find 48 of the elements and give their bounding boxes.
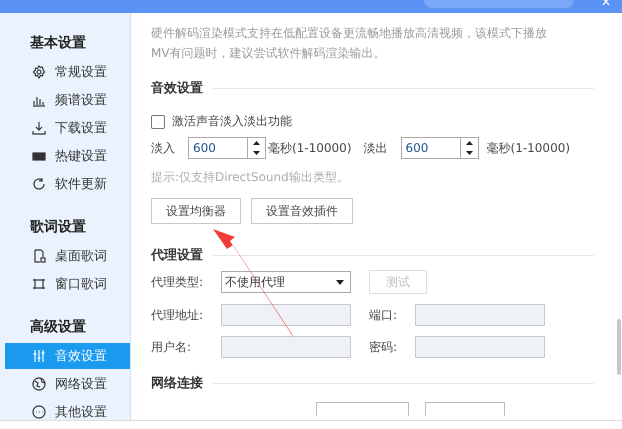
scrollbar[interactable]	[617, 319, 621, 375]
field-label: 代理地址:	[151, 306, 204, 324]
sidebar-item[interactable]: 桌面歌词	[5, 243, 130, 269]
unit-label: 毫秒(1-10000)	[486, 140, 570, 156]
down-arrow-icon[interactable]	[466, 151, 473, 155]
sidebar-item[interactable]: 常规设置	[5, 59, 130, 85]
more-icon	[32, 405, 46, 419]
fade-label: 淡入	[151, 140, 176, 156]
fade-label: 淡出	[364, 140, 389, 156]
refresh-icon	[32, 177, 46, 191]
up-arrow-icon[interactable]	[253, 141, 260, 145]
sidebar-item[interactable]: 窗口歌词	[5, 271, 130, 297]
number-spinner[interactable]: 600	[188, 137, 266, 159]
globe-icon	[32, 377, 46, 391]
sidebar-item[interactable]: 下载设置	[5, 115, 130, 141]
close-icon[interactable]	[602, 0, 612, 8]
number-spinner[interactable]: 600	[400, 137, 479, 159]
sidebar-item[interactable]: 频谱设置	[5, 87, 130, 113]
lyrics-doc-icon	[32, 249, 46, 263]
down-arrow-icon[interactable]	[253, 151, 260, 155]
download-icon	[32, 121, 46, 135]
field-label: 端口:	[369, 306, 398, 324]
section-title: 音效设置	[151, 80, 203, 97]
up-arrow-icon[interactable]	[466, 141, 473, 145]
checkbox-label: 激活声音淡入淡出功能	[172, 113, 292, 130]
gear-icon	[32, 65, 46, 79]
section-title: 代理设置	[151, 247, 203, 264]
sidebar-item[interactable]: 网络设置	[5, 371, 130, 397]
group-title: 高级设置	[29, 318, 87, 337]
group-title: 歌词设置	[28, 218, 87, 237]
field-label: 用户名:	[151, 338, 192, 356]
caret-icon	[336, 280, 344, 284]
sidebar-item[interactable]: 软件更新	[5, 171, 130, 197]
field-label: 代理类型:	[151, 274, 204, 290]
notice-text: 硬件解码渲染模式支持在低配置设备更流畅地播放高清视频，该模式下播放MV有问题时，建议尝试软件解码渲染输出。	[151, 25, 548, 62]
group-title: 基本设置	[29, 34, 87, 53]
checkbox[interactable]	[151, 114, 165, 128]
equalizer-icon	[32, 349, 46, 363]
sidebar-item[interactable]: 热键设置	[5, 143, 130, 169]
unit-label: 毫秒(1-10000)	[268, 140, 352, 156]
settings-button[interactable]: 设置音效插件	[251, 198, 353, 224]
sidebar-item[interactable]: 其他设置	[5, 399, 130, 425]
section-title: 网络连接	[151, 374, 203, 392]
settings-button[interactable]: 设置均衡器	[151, 198, 241, 224]
hint-text: 提示:仅支持DirectSound输出类型。	[151, 169, 349, 186]
field-label: 密码:	[369, 338, 398, 356]
frame-icon	[32, 277, 46, 291]
proxy-type-dropdown[interactable]: 不使用代理	[221, 271, 351, 293]
